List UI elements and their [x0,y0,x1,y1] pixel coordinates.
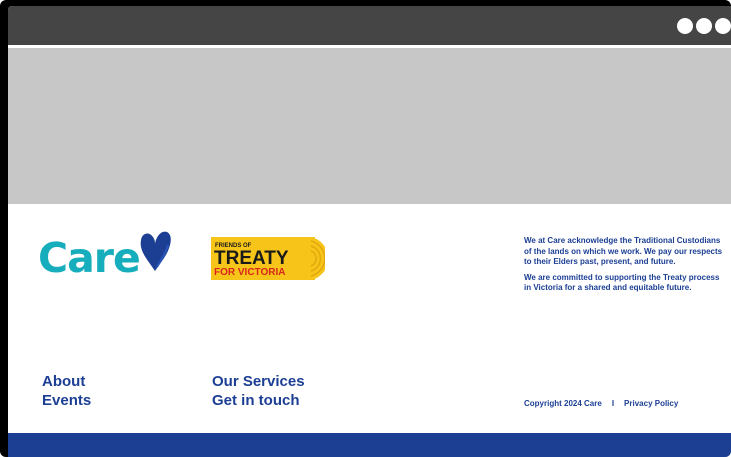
window-control-dot[interactable] [696,18,712,34]
footer-link-about[interactable]: About [42,372,91,391]
acknowledgement-paragraph: We at Care acknowledge the Traditional C… [524,236,723,266]
bottom-color-bar [8,433,731,457]
treaty-logo-line2: TREATY [214,248,289,269]
footer-nav-column-2: Our Services Get in touch [212,372,305,410]
care-logo-text: Care [38,234,141,282]
window-control-dot[interactable] [715,18,731,34]
hero-image-placeholder [8,48,731,204]
privacy-policy-link[interactable]: Privacy Policy [624,399,678,408]
legal-bar: Copyright 2024 Care I Privacy Policy [524,399,678,408]
footer-link-events[interactable]: Events [42,391,91,410]
browser-viewport: Care FRIENDS OF TREATY FOR VICTORIA We a… [8,6,731,457]
care-logo[interactable]: Care [38,229,172,279]
acknowledgement-of-country: We at Care acknowledge the Traditional C… [524,236,724,299]
treaty-logo-line3: FOR VICTORIA [214,267,285,278]
copyright-text: Copyright 2024 Care [524,399,602,408]
footer-link-get-in-touch[interactable]: Get in touch [212,391,305,410]
footer-link-our-services[interactable]: Our Services [212,372,305,391]
heart-icon [140,231,171,271]
window-control-dot[interactable] [677,18,693,34]
friends-of-treaty-logo[interactable]: FRIENDS OF TREATY FOR VICTORIA [211,237,325,280]
window-titlebar [8,6,731,48]
legal-separator: I [611,399,615,408]
footer-nav-column-1: About Events [42,372,91,410]
commitment-paragraph: We are committed to supporting the Treat… [524,272,720,293]
browser-window: Care FRIENDS OF TREATY FOR VICTORIA We a… [0,0,731,457]
site-footer: Care FRIENDS OF TREATY FOR VICTORIA We a… [8,204,731,433]
window-controls [677,18,731,34]
